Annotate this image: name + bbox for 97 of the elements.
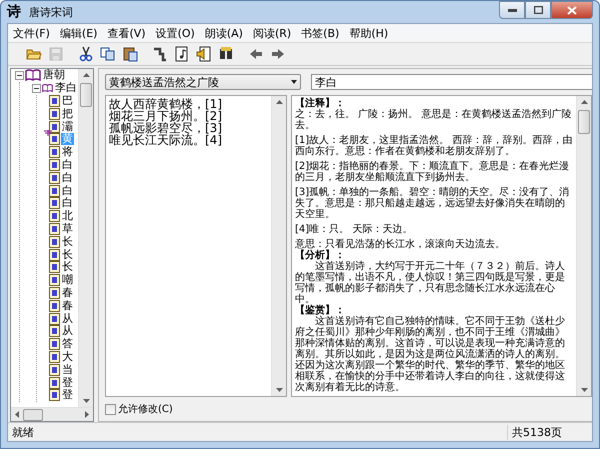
document-icon bbox=[49, 376, 60, 389]
tree-item[interactable]: 春 bbox=[61, 300, 74, 312]
horizontal-scrollbar[interactable] bbox=[11, 407, 93, 421]
section-heading: 【注释】： bbox=[295, 98, 346, 109]
section-heading: 【分析】： bbox=[295, 250, 346, 261]
close-icon[interactable] bbox=[567, 6, 577, 14]
menu-item[interactable]: 查看(V) bbox=[102, 26, 151, 40]
tree-item[interactable]: 白 bbox=[61, 158, 74, 171]
tree-item[interactable]: 春 bbox=[61, 286, 74, 299]
tree-item[interactable]: 唐朝 bbox=[42, 69, 66, 82]
poem-title-dropdown[interactable]: 黄鹤楼送孟浩然之广陵 bbox=[105, 74, 301, 90]
document-icon bbox=[49, 158, 60, 171]
section-heading: 【鉴赏】： bbox=[295, 305, 346, 316]
page-count: 共5138页 bbox=[507, 424, 592, 440]
document-icon bbox=[49, 210, 60, 222]
tree-item[interactable]: 把 bbox=[61, 108, 74, 120]
document-icon bbox=[49, 146, 60, 158]
status-text: 就绪 bbox=[11, 424, 35, 440]
menu-item[interactable]: 书签(B) bbox=[296, 26, 344, 40]
document-icon bbox=[49, 133, 60, 146]
scroll-thumb[interactable] bbox=[578, 110, 590, 134]
document-icon bbox=[49, 248, 60, 261]
document-icon bbox=[49, 172, 60, 184]
poem-line: 孤帆远影碧空尽，[3] bbox=[109, 122, 223, 134]
window-title: 唐诗宋词 bbox=[29, 4, 74, 20]
document-icon bbox=[49, 120, 60, 133]
tree-item[interactable]: 白 bbox=[61, 172, 74, 184]
tree-item[interactable]: 长 bbox=[61, 248, 74, 261]
tree-item[interactable]: 当 bbox=[61, 364, 74, 376]
menu-item[interactable]: 帮助(H) bbox=[344, 26, 394, 40]
tree-item[interactable]: 从 bbox=[61, 325, 74, 338]
scrollbar[interactable] bbox=[78, 69, 93, 407]
maximize-button[interactable] bbox=[525, 1, 551, 19]
menu-item[interactable]: 朗读(A) bbox=[200, 26, 248, 40]
document-icon bbox=[49, 197, 60, 210]
document-icon bbox=[49, 108, 60, 120]
poem-line: 故人西辞黄鹤楼，[1] bbox=[109, 98, 223, 110]
document-icon bbox=[49, 274, 60, 286]
document-icon bbox=[49, 236, 60, 248]
tree-item[interactable]: 从 bbox=[61, 312, 74, 325]
tree-item[interactable]: 将 bbox=[61, 146, 74, 158]
checkbox-box[interactable] bbox=[105, 404, 116, 414]
document-icon bbox=[49, 389, 60, 402]
tree-item[interactable]: 北 bbox=[61, 210, 74, 222]
scroll-thumb[interactable] bbox=[80, 83, 92, 107]
minimize-button[interactable] bbox=[499, 1, 525, 19]
tree-item[interactable]: 登 bbox=[61, 389, 74, 402]
tree-item[interactable]: 大 bbox=[61, 350, 74, 363]
scrollbar[interactable] bbox=[576, 96, 591, 396]
scrollbar[interactable] bbox=[271, 96, 286, 396]
app-icon: 诗 bbox=[7, 3, 23, 21]
note-paragraph: 意思：只看见浩荡的长江水，滚滚向天边流去。 bbox=[295, 239, 506, 250]
tree-item[interactable]: 李白 bbox=[54, 82, 78, 94]
author-field[interactable]: 李白 bbox=[311, 74, 592, 90]
menu-item[interactable]: 编辑(E) bbox=[54, 26, 102, 40]
dropdown-arrow-icon[interactable] bbox=[288, 79, 300, 85]
document-icon bbox=[49, 350, 60, 363]
tree-item[interactable]: 白 bbox=[61, 197, 74, 210]
tree-item[interactable]: 长 bbox=[61, 236, 74, 248]
document-icon bbox=[49, 300, 60, 312]
document-icon bbox=[49, 261, 60, 274]
tree-item[interactable]: 长 bbox=[61, 261, 74, 274]
document-icon bbox=[49, 325, 60, 338]
tree-item[interactable]: 白 bbox=[61, 184, 74, 197]
collapse-icon[interactable] bbox=[32, 84, 41, 93]
tree-item[interactable]: 草 bbox=[61, 222, 74, 235]
tree-item[interactable]: 答 bbox=[61, 338, 74, 350]
tree-item[interactable]: 灞 bbox=[61, 120, 74, 133]
note-paragraph: 这首送别诗，大约写于开元二十年（７３２）前后。诗人的笔墨写情，出语不凡，使人惊叹！第三四句既是写景，更是写情，孤帆的影子都消失了，只有思念随长江水永远流在心中。 bbox=[295, 261, 566, 305]
note-paragraph: 这首送别诗有它自己独特的情味。它不同于王勃《送杜少府之任蜀川》那种少年刚肠的离别，也不同于王维《渭城曲》那种深情体贴的离别。这首诗，可以说是表现一种充满诗意的离别。其所以如此，是因为这是两位风流潇洒的诗人的离别。还因为这次离别跟一个繁华的时代、繁华的季节、繁华的地区相联系，在愉快的分手中还带着诗人李白的向往，这就使得这次离别有着无比的诗意。 bbox=[295, 316, 566, 393]
close-button[interactable] bbox=[551, 1, 593, 19]
maximize-icon[interactable] bbox=[534, 6, 542, 14]
note-paragraph: [2]烟花：指艳丽的春景。下：顺流直下。意思是：在春光烂漫的三月，老朋友坐船顺流直下到扬州去。 bbox=[295, 161, 570, 183]
tree-item[interactable]: 登 bbox=[61, 376, 74, 389]
poem-line: 唯见长江天际流。[4] bbox=[109, 134, 223, 146]
poem-text-area[interactable]: 故人西辞黄鹤楼，[1] 烟花三月下扬州。[2] 孤帆远影碧空尽，[3] 唯见长江天际流。[4] bbox=[105, 95, 287, 397]
note-paragraph: [4]唯：只。 天际：天边。 bbox=[295, 224, 414, 235]
menu-item[interactable]: 设置(O) bbox=[150, 26, 200, 40]
menu-item[interactable]: 文件(F) bbox=[8, 26, 55, 40]
tree-item[interactable]: 巴 bbox=[61, 94, 74, 107]
scroll-thumb[interactable] bbox=[23, 408, 43, 420]
collapse-icon[interactable] bbox=[15, 70, 24, 80]
document-icon bbox=[49, 364, 60, 376]
note-paragraph: [1]故人：老朋友，这里指孟浩然。 西辞：辞，辞别。西辞，由西向东行。意思：作者在黄鹤楼和老朋友辞别了。 bbox=[295, 135, 573, 157]
allow-edit-checkbox[interactable]: 允许修改(C) bbox=[105, 402, 173, 416]
note-paragraph: 之：去，往。 广陵：扬州。 意思是：在黄鹤楼送孟浩然到广陵去。 bbox=[295, 109, 572, 131]
note-paragraph: [3]孤帆：单独的一条船。碧空：晴朗的天空。尽：没有了、消失了。意思是：那只船越走越远，远远望去好像消失在晴朗的天空里。 bbox=[295, 187, 570, 220]
document-icon bbox=[49, 222, 60, 235]
document-icon bbox=[49, 94, 60, 107]
document-icon bbox=[49, 338, 60, 350]
document-icon bbox=[49, 312, 60, 325]
poem-line: 烟花三月下扬州。[2] bbox=[109, 110, 223, 122]
document-icon bbox=[49, 286, 60, 299]
document-icon bbox=[49, 184, 60, 197]
minimize-icon[interactable] bbox=[508, 8, 516, 12]
tree-item[interactable]: 嘲 bbox=[61, 274, 74, 286]
menu-item[interactable]: 阅读(R) bbox=[248, 26, 296, 40]
